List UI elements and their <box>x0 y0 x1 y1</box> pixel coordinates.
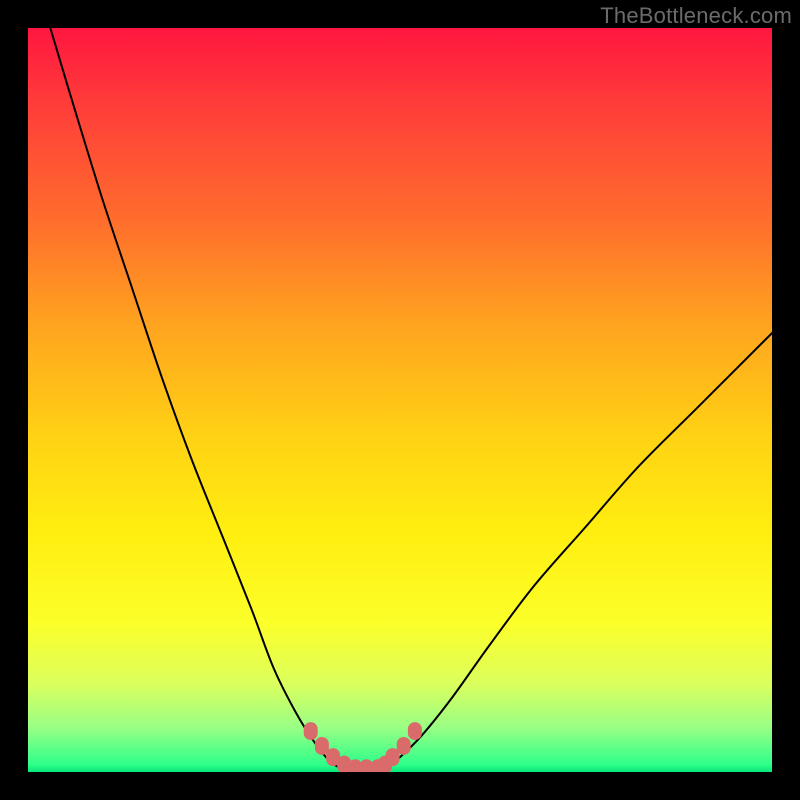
curve-marker <box>304 722 318 740</box>
plot-area <box>28 28 772 772</box>
watermark-text: TheBottleneck.com <box>600 3 792 29</box>
bottleneck-curve-left <box>50 28 340 768</box>
curve-marker <box>408 722 422 740</box>
curve-marker <box>397 737 411 755</box>
marker-group <box>304 722 422 772</box>
bottleneck-curve-right <box>385 333 772 768</box>
chart-svg <box>28 28 772 772</box>
chart-frame: TheBottleneck.com <box>0 0 800 800</box>
